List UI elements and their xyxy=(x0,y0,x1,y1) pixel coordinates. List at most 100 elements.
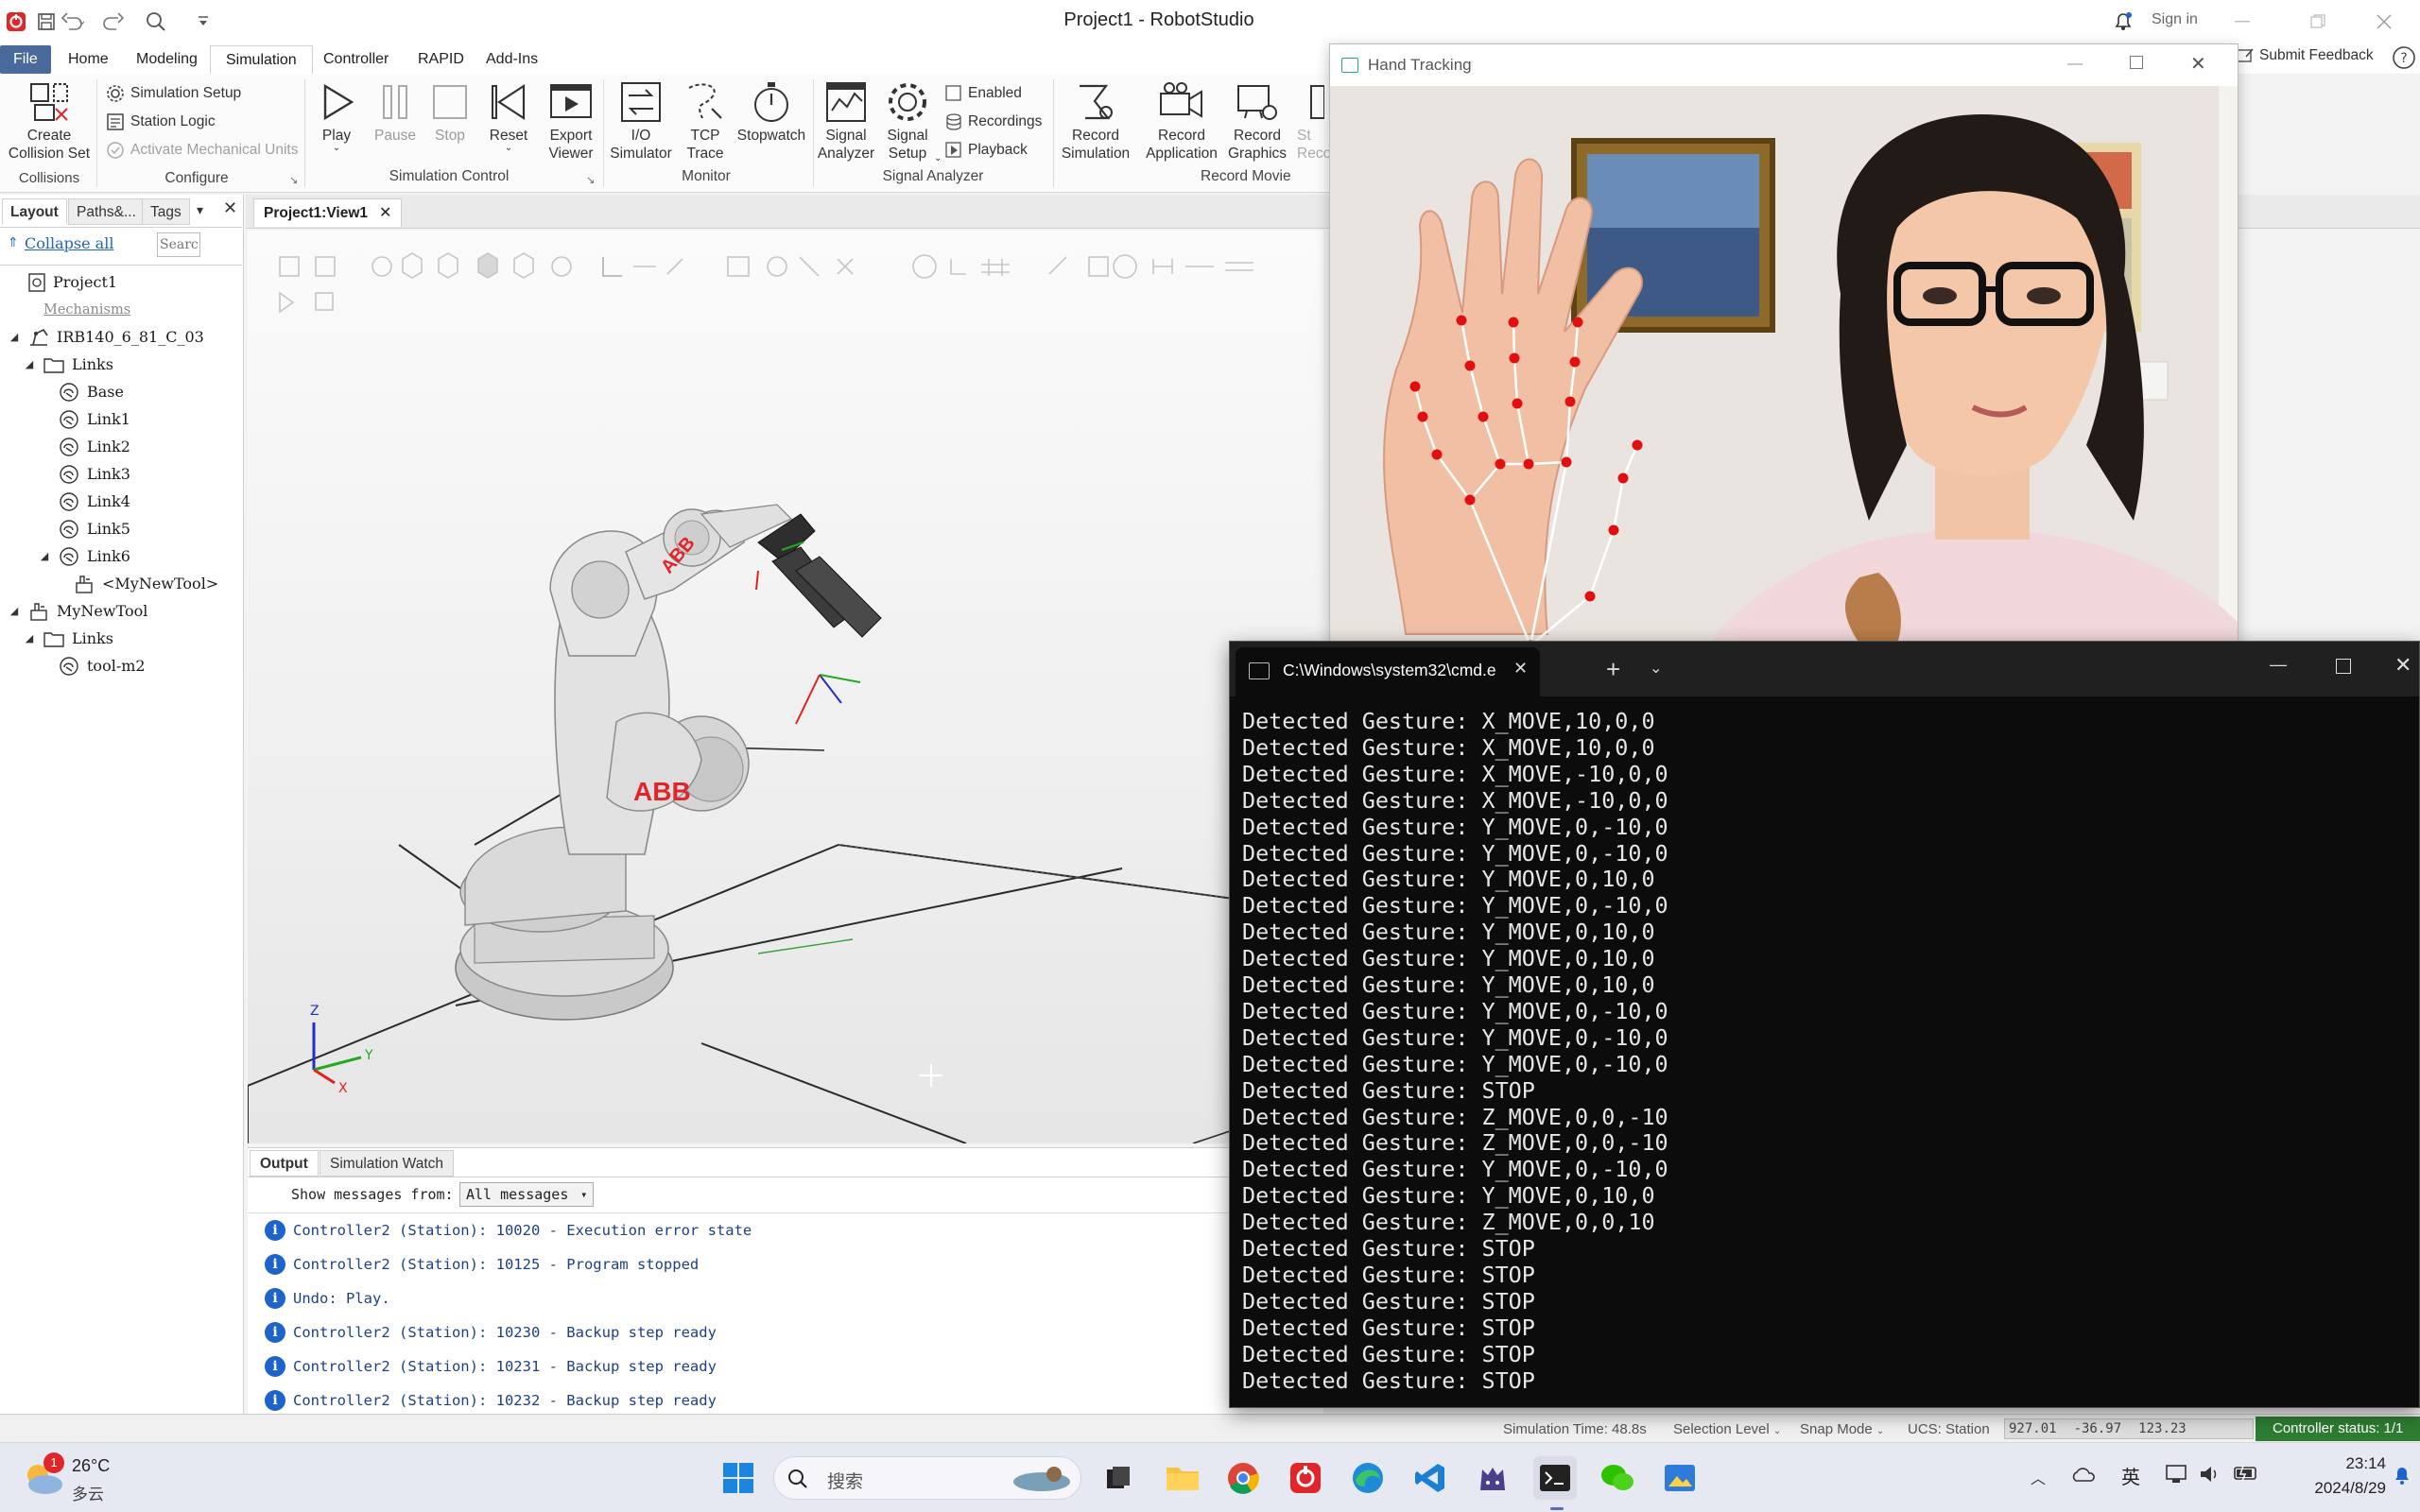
tree-item[interactable]: ◢ IRB140_6_81_C_03 xyxy=(8,323,240,351)
game-app-icon[interactable] xyxy=(1471,1456,1514,1500)
photos-app-icon[interactable] xyxy=(1658,1456,1702,1500)
wechat-icon[interactable] xyxy=(1596,1456,1639,1500)
dialog-launcher-icon[interactable]: ↘ xyxy=(586,174,595,186)
signal-setup-button[interactable]: Signal Setup xyxy=(877,77,938,163)
enabled-checkbox[interactable]: Enabled xyxy=(945,81,1022,106)
tab-simulation[interactable]: Simulation xyxy=(210,45,313,74)
tree-item[interactable]: ◢ Links xyxy=(8,351,240,378)
restore-button[interactable] xyxy=(2288,6,2348,38)
tree-item[interactable]: Link4 xyxy=(8,488,240,515)
signal-analyzer-button[interactable]: Signal Analyzer xyxy=(815,77,877,163)
pause-button[interactable]: Pause xyxy=(371,77,420,145)
play-button[interactable]: Play ⌄ xyxy=(312,77,361,153)
network-icon[interactable] xyxy=(2165,1464,2187,1485)
chrome-icon[interactable] xyxy=(1221,1456,1265,1500)
output-message[interactable]: i Controller2 (Station): 10231 - Backup s… xyxy=(265,1352,717,1381)
onedrive-icon[interactable] xyxy=(2070,1466,2095,1483)
tree-item[interactable]: tool-m2 xyxy=(8,652,240,679)
terminal-titlebar[interactable]: C:\Windows\system32\cmd.e ✕ + ⌄ — ✕ xyxy=(1230,642,2419,696)
submit-feedback-button[interactable]: Submit Feedback xyxy=(2237,47,2374,64)
ime-indicator[interactable]: 英 xyxy=(2121,1462,2140,1489)
output-message[interactable]: i Controller2 (Station): 10020 - Executio… xyxy=(265,1216,752,1245)
terminal-tab[interactable]: C:\Windows\system32\cmd.e ✕ xyxy=(1236,647,1540,696)
ucs-dropdown[interactable]: UCS: Station xyxy=(1908,1421,1990,1437)
tree-expand-toggle-icon[interactable]: ◢ xyxy=(8,331,21,343)
terminal-minimize-button[interactable]: — xyxy=(2270,655,2287,675)
tab-layout[interactable]: Layout xyxy=(2,198,67,225)
taskbar-search[interactable]: 搜索 xyxy=(773,1456,1081,1500)
volume-icon[interactable] xyxy=(2199,1464,2221,1485)
output-message[interactable]: i Controller2 (Station): 10232 - Backup s… xyxy=(265,1386,717,1415)
tab-tags[interactable]: Tags xyxy=(142,198,190,225)
tab-home[interactable]: Home xyxy=(53,45,124,74)
clock-time[interactable]: 23:14 xyxy=(2307,1454,2386,1473)
tree-item[interactable]: Base xyxy=(8,378,240,405)
show-hidden-icons-button[interactable]: ︿ xyxy=(2031,1466,2046,1488)
stop-button[interactable]: Stop xyxy=(425,77,475,145)
chevron-down-icon[interactable]: ⌄ xyxy=(934,153,942,163)
tab-simulation-watch[interactable]: Simulation Watch xyxy=(320,1150,455,1177)
vscode-icon[interactable] xyxy=(1409,1456,1452,1500)
activate-mechanical-units-button[interactable]: Activate Mechanical Units xyxy=(106,138,298,163)
hand-minimize-button[interactable]: — xyxy=(2067,56,2083,73)
3d-viewport[interactable]: ABB ABB Z Y X xyxy=(248,231,1323,1143)
tab-output[interactable]: Output xyxy=(250,1150,319,1177)
close-tab-icon[interactable]: ✕ xyxy=(379,200,391,227)
tree-expand-toggle-icon[interactable]: ◢ xyxy=(23,358,36,370)
tree-item[interactable]: Project1 xyxy=(8,268,240,296)
close-button[interactable] xyxy=(2354,6,2414,38)
terminal-close-button[interactable]: ✕ xyxy=(2394,653,2411,678)
stopwatch-button[interactable]: Stopwatch xyxy=(735,77,807,145)
output-message[interactable]: i Controller2 (Station): 10230 - Backup s… xyxy=(265,1318,717,1347)
hand-tracking-titlebar[interactable]: Hand Tracking — ✕ xyxy=(1330,44,2238,86)
panel-menu-icon[interactable]: ▾ xyxy=(197,202,203,218)
hand-tracking-window[interactable]: Hand Tracking — ✕ xyxy=(1329,43,2238,644)
tab-file[interactable]: File xyxy=(0,45,51,74)
tree-expand-toggle-icon[interactable]: ◢ xyxy=(23,632,36,644)
clock-date[interactable]: 2024/8/29 xyxy=(2278,1479,2386,1498)
tree-item[interactable]: ◢ Links xyxy=(8,625,240,652)
selection-level-dropdown[interactable]: Selection Level ⌄ xyxy=(1673,1421,1781,1437)
terminal-tab-close-icon[interactable]: ✕ xyxy=(1513,659,1528,679)
tree-expand-toggle-icon[interactable]: ◢ xyxy=(8,605,21,617)
terminal-maximize-button[interactable] xyxy=(2336,659,2351,674)
help-icon[interactable]: ? xyxy=(2392,45,2416,70)
battery-icon[interactable] xyxy=(2233,1464,2259,1483)
tab-project1-view1[interactable]: Project1:View1 ✕ xyxy=(253,198,403,227)
output-message[interactable]: i Controller2 (Station): 10125 - Program … xyxy=(265,1250,699,1279)
tcp-trace-button[interactable]: TCP Trace xyxy=(675,77,735,163)
tab-add-ins[interactable]: Add-Ins xyxy=(471,45,553,74)
reset-button[interactable]: Reset ⌄ xyxy=(482,77,535,153)
collapse-all-link[interactable]: Collapse all xyxy=(25,234,113,252)
simulation-setup-button[interactable]: Simulation Setup xyxy=(106,81,241,106)
io-simulator-button[interactable]: I/O Simulator xyxy=(607,77,675,163)
station-logic-button[interactable]: Station Logic xyxy=(106,110,216,134)
tree-expand-toggle-icon[interactable]: ◢ xyxy=(38,550,51,562)
edge-icon[interactable] xyxy=(1346,1456,1390,1500)
notification-bell-icon[interactable] xyxy=(2112,9,2135,32)
start-button[interactable] xyxy=(717,1456,760,1500)
tree-item[interactable]: Link2 xyxy=(8,433,240,460)
tree-item[interactable]: Mechanisms xyxy=(8,296,240,323)
file-explorer-icon[interactable] xyxy=(1161,1456,1204,1500)
tree-item[interactable]: Link3 xyxy=(8,460,240,488)
playback-button[interactable]: Playback xyxy=(945,138,1028,163)
tab-controller[interactable]: Controller xyxy=(308,45,404,74)
panel-close-icon[interactable]: ✕ xyxy=(223,198,237,218)
search-input[interactable] xyxy=(157,232,200,257)
tree-item[interactable]: ◢ MyNewTool xyxy=(8,597,240,625)
collapse-all-icon[interactable]: ⇑ xyxy=(8,234,19,250)
terminal-taskbar-icon[interactable] xyxy=(1533,1456,1577,1500)
tab-paths[interactable]: Paths&... xyxy=(68,198,145,225)
hand-close-button[interactable]: ✕ xyxy=(2190,52,2206,76)
terminal-output[interactable]: Detected Gesture: X_MOVE,10,0,0 Detected … xyxy=(1230,708,2419,1407)
output-message[interactable]: i Undo: Play. xyxy=(265,1284,390,1313)
new-tab-button[interactable]: + xyxy=(1606,655,1620,684)
controller-status-badge[interactable]: Controller status: 1/1 xyxy=(2256,1417,2420,1441)
sign-in-link[interactable]: Sign in xyxy=(2152,11,2198,28)
create-collision-set-button[interactable]: Create Collision Set xyxy=(6,77,93,163)
tab-rapid[interactable]: RAPID xyxy=(403,45,479,74)
weather-widget[interactable]: 1 xyxy=(21,1452,64,1498)
tree-item[interactable]: ◢ Link6 xyxy=(8,542,240,570)
terminal-window[interactable]: C:\Windows\system32\cmd.e ✕ + ⌄ — ✕ Dete… xyxy=(1229,641,2420,1408)
